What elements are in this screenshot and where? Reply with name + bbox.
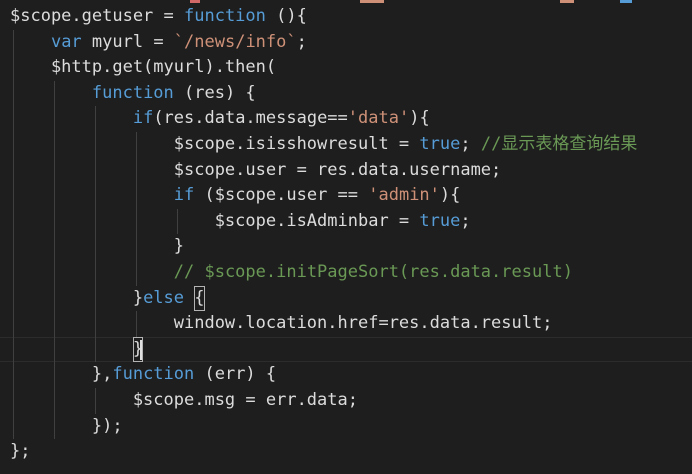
code-token: $http.get(myurl).then( bbox=[10, 57, 277, 78]
code-line[interactable]: } bbox=[10, 336, 144, 363]
code-token: function bbox=[112, 364, 195, 385]
code-token: ; bbox=[460, 210, 471, 231]
code-token: } bbox=[10, 236, 184, 257]
code-line[interactable]: window.location.href=res.data.result; bbox=[10, 311, 553, 337]
code-token: }; bbox=[10, 441, 31, 462]
code-token: function bbox=[91, 82, 174, 103]
code-line[interactable]: }; bbox=[10, 439, 30, 465]
code-token: ; bbox=[296, 31, 307, 52]
code-token: if bbox=[132, 108, 154, 129]
code-token: 'admin' bbox=[368, 185, 440, 206]
code-line[interactable]: $scope.isisshowresult = true; //显示表格查询结果 bbox=[10, 132, 638, 158]
code-token: function bbox=[184, 6, 266, 26]
code-line[interactable]: if(res.data.message=='data'){ bbox=[10, 106, 430, 132]
code-token: (){ bbox=[265, 6, 307, 26]
code-line[interactable]: $scope.msg = err.data; bbox=[10, 388, 358, 414]
code-token: //显示表格查询结果 bbox=[480, 134, 638, 154]
code-line[interactable]: } bbox=[10, 234, 184, 260]
code-line[interactable]: var myurl = `/news/info`; bbox=[10, 30, 307, 56]
code-token: // $scope.initPageSort(res.data.result) bbox=[173, 262, 573, 282]
code-token: $scope.user = res.data.username; bbox=[10, 159, 502, 180]
code-line[interactable]: if ($scope.user == 'admin'){ bbox=[10, 183, 461, 209]
scrolled-line-remnant bbox=[0, 0, 692, 3]
code-line[interactable]: }); bbox=[10, 414, 123, 440]
code-token: ($scope.user == bbox=[194, 185, 369, 206]
code-token: var bbox=[50, 31, 82, 52]
code-token: ){ bbox=[439, 185, 461, 206]
code-line[interactable]: // $scope.initPageSort(res.data.result) bbox=[10, 260, 573, 286]
code-line[interactable]: },function (err) { bbox=[10, 362, 276, 388]
code-token: }, bbox=[10, 364, 113, 385]
code-token: myurl = bbox=[81, 31, 174, 52]
code-token: 'data' bbox=[347, 108, 410, 129]
code-token: (res) { bbox=[173, 82, 256, 103]
code-line[interactable]: $http.get(myurl).then( bbox=[10, 55, 276, 81]
code-line[interactable]: $scope.user = res.data.username; bbox=[10, 158, 502, 184]
code-token: (res.data.message== bbox=[153, 108, 348, 129]
code-token: $scope.getuser = bbox=[10, 6, 184, 26]
text-cursor bbox=[140, 339, 143, 360]
code-token: ; bbox=[460, 134, 481, 154]
matched-bracket: { bbox=[194, 285, 205, 312]
code-line[interactable]: $scope.getuser = function (){ bbox=[10, 4, 307, 30]
code-line[interactable]: }else { bbox=[10, 285, 205, 312]
code-token: $scope.isAdminbar = bbox=[10, 210, 420, 231]
code-token: window.location.href=res.data.result; bbox=[10, 313, 553, 334]
code-line[interactable]: $scope.isAdminbar = true; bbox=[10, 209, 471, 235]
code-token: }); bbox=[10, 415, 123, 436]
code-token: $scope.isisshowresult = bbox=[10, 134, 420, 154]
code-token: ){ bbox=[409, 108, 430, 129]
code-token: true bbox=[419, 210, 461, 231]
code-token: } bbox=[10, 287, 144, 308]
code-token: (err) { bbox=[194, 364, 277, 385]
code-token: $scope.msg = err.data; bbox=[10, 390, 358, 410]
code-editor[interactable]: $scope.getuser = function (){ var myurl … bbox=[0, 0, 692, 474]
code-token: true bbox=[419, 134, 461, 154]
code-token: if bbox=[173, 185, 195, 206]
code-line[interactable]: function (res) { bbox=[10, 81, 256, 107]
code-token: else bbox=[143, 287, 185, 308]
code-token: `/news/info` bbox=[173, 31, 297, 52]
